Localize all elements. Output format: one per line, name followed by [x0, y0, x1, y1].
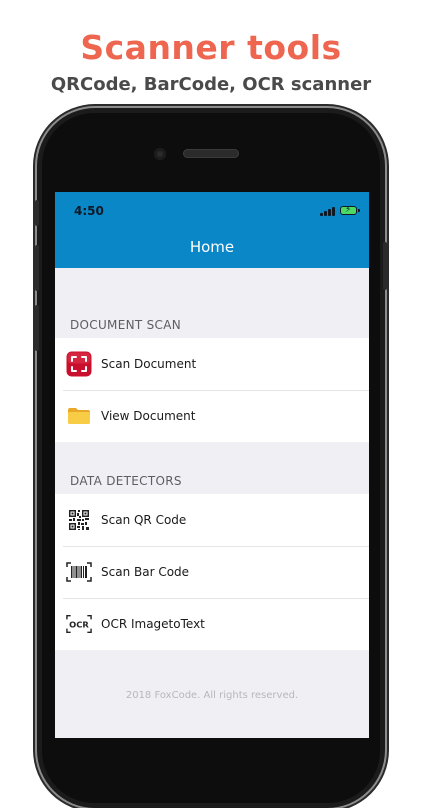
svg-text:OCR: OCR [69, 620, 89, 630]
promo-title: Scanner tools [80, 28, 342, 67]
copyright-footer: 2018 FoxCode. All rights reserved. [125, 690, 299, 701]
promo-subtitle: QRCode, BarCode, OCR scanner [50, 74, 372, 95]
scan-document-icon [66, 351, 92, 377]
data-detectors-group: Scan QR Code Scan Bar Code OCR OCR Image… [55, 494, 369, 650]
list-item-view-document[interactable]: View Document [55, 390, 369, 442]
phone-power-button [383, 242, 387, 290]
folder-icon [66, 403, 92, 429]
app-screen: 4:50 ⚡ Home DOCUMENT SCAN Scan Document [55, 192, 369, 738]
earpiece-speaker [183, 149, 239, 158]
status-time: 4:50 [74, 204, 104, 218]
section-header-data-detectors: DATA DETECTORS [70, 474, 182, 488]
barcode-icon [66, 559, 92, 585]
qr-code-icon [66, 507, 92, 533]
list-item-scan-qr-code[interactable]: Scan QR Code [55, 494, 369, 546]
navigation-bar: 4:50 ⚡ Home [55, 192, 369, 268]
cellular-signal-icon [320, 207, 336, 216]
list-item-label: Scan QR Code [101, 513, 187, 527]
phone-volume-down [35, 305, 39, 351]
front-camera [154, 148, 166, 160]
section-header-document-scan: DOCUMENT SCAN [70, 318, 181, 332]
ocr-icon: OCR [66, 611, 92, 637]
list-item-label: Scan Bar Code [101, 565, 190, 579]
list-item-label: View Document [101, 409, 196, 423]
phone-mute-switch [35, 200, 39, 226]
list-item-scan-bar-code[interactable]: Scan Bar Code [55, 546, 369, 598]
battery-charging-icon: ⚡ [340, 205, 360, 215]
nav-title: Home [189, 238, 235, 256]
list-item-scan-document[interactable]: Scan Document [55, 338, 369, 390]
list-item-label: OCR ImagetoText [101, 617, 205, 631]
phone-volume-up [35, 245, 39, 291]
document-scan-group: Scan Document View Document [55, 338, 369, 442]
list-item-label: Scan Document [101, 357, 197, 371]
list-item-ocr-image-to-text[interactable]: OCR OCR ImagetoText [55, 598, 369, 650]
